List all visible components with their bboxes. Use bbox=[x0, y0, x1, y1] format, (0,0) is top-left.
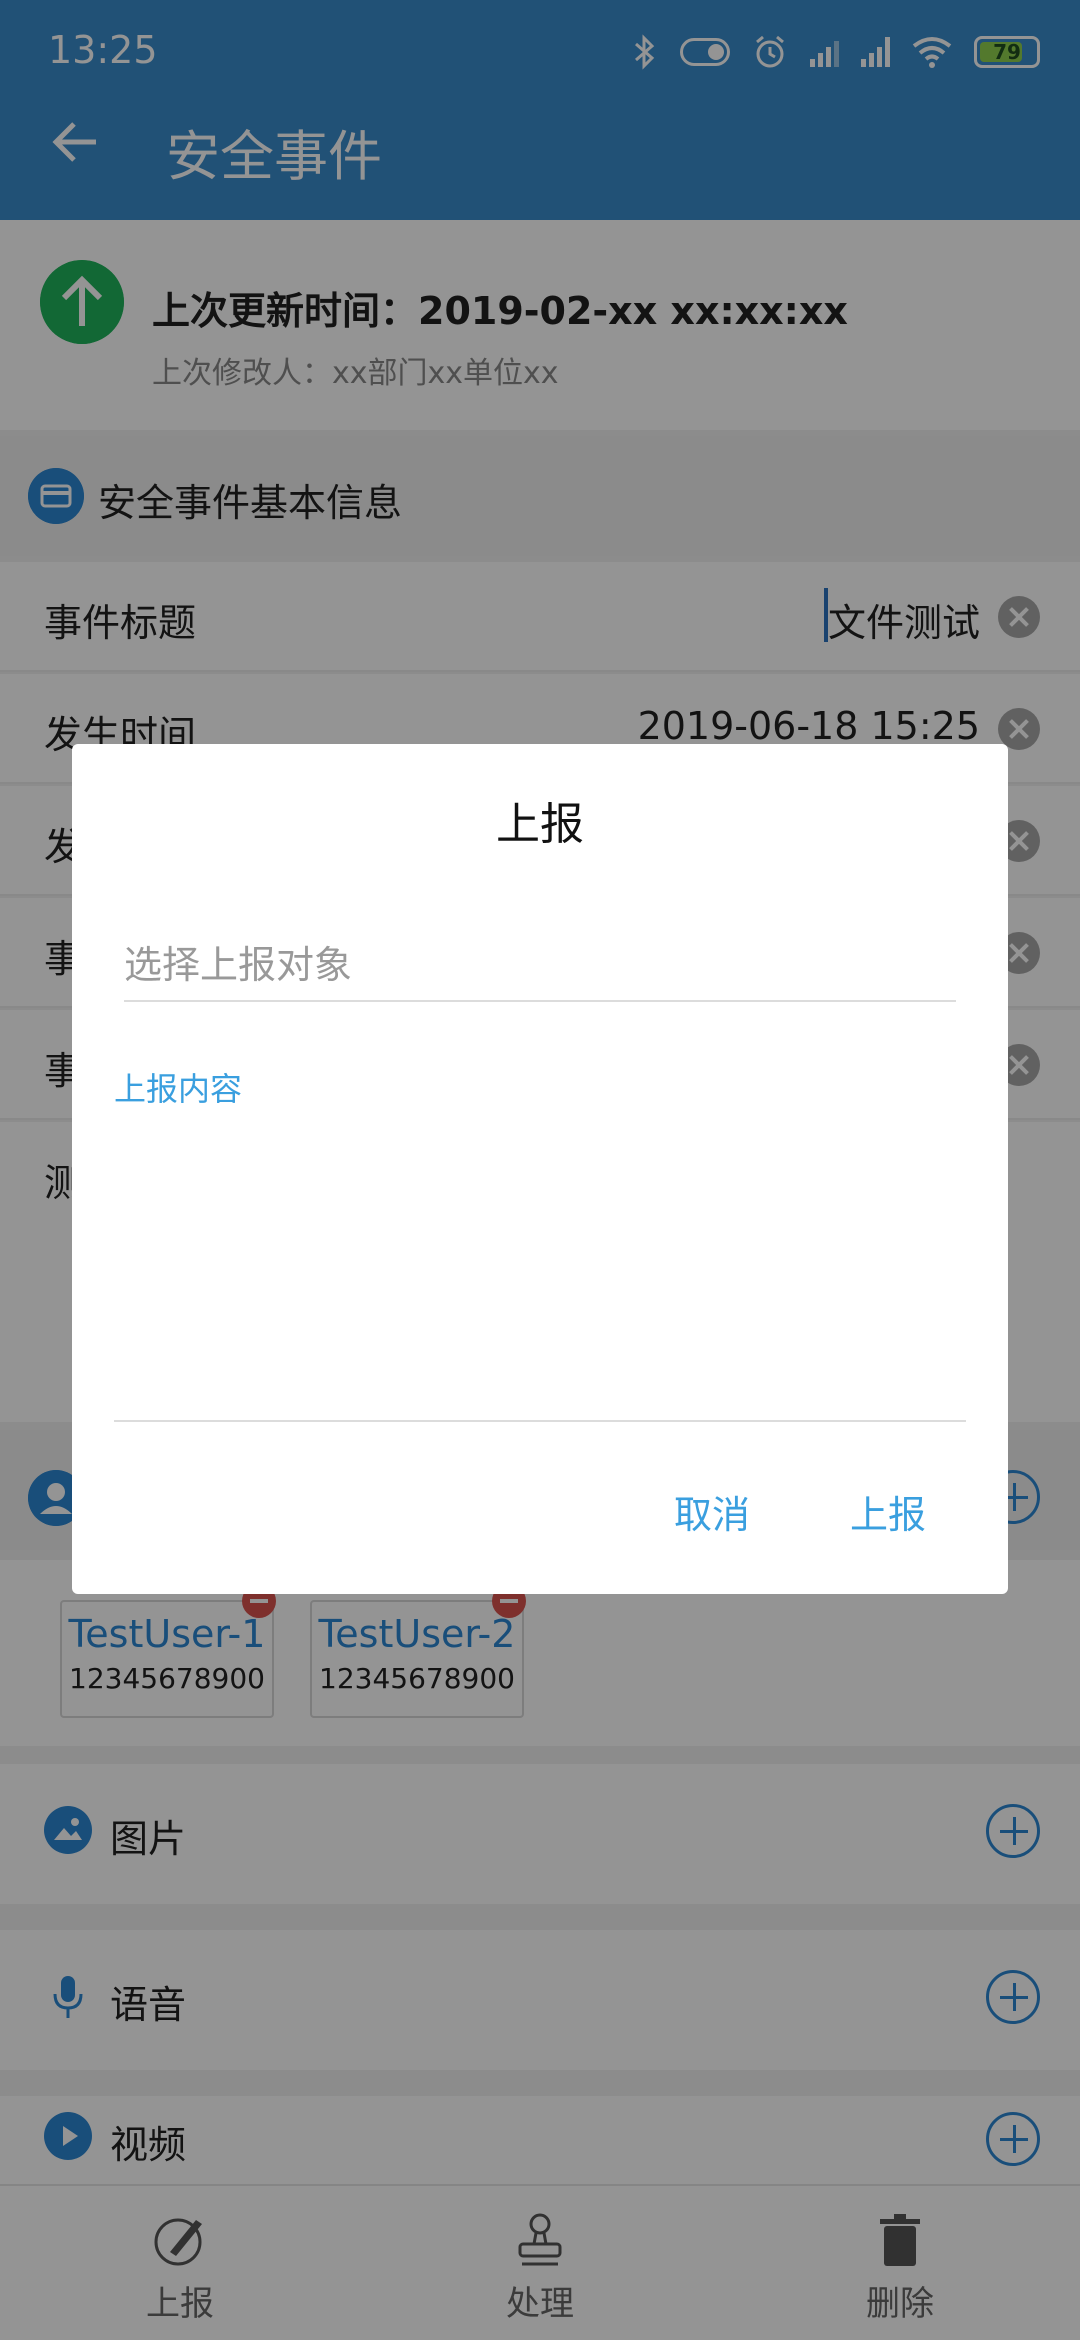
report-dialog: 上报 选择上报对象 上报内容 取消 上报 bbox=[72, 744, 1008, 1594]
confirm-report-button[interactable]: 上报 bbox=[850, 1484, 926, 1539]
report-content-textarea[interactable] bbox=[114, 1116, 966, 1422]
report-target-input[interactable]: 选择上报对象 bbox=[124, 932, 956, 1002]
dialog-title: 上报 bbox=[496, 799, 584, 850]
cancel-button[interactable]: 取消 bbox=[674, 1484, 750, 1539]
report-content-label: 上报内容 bbox=[114, 1070, 243, 1108]
